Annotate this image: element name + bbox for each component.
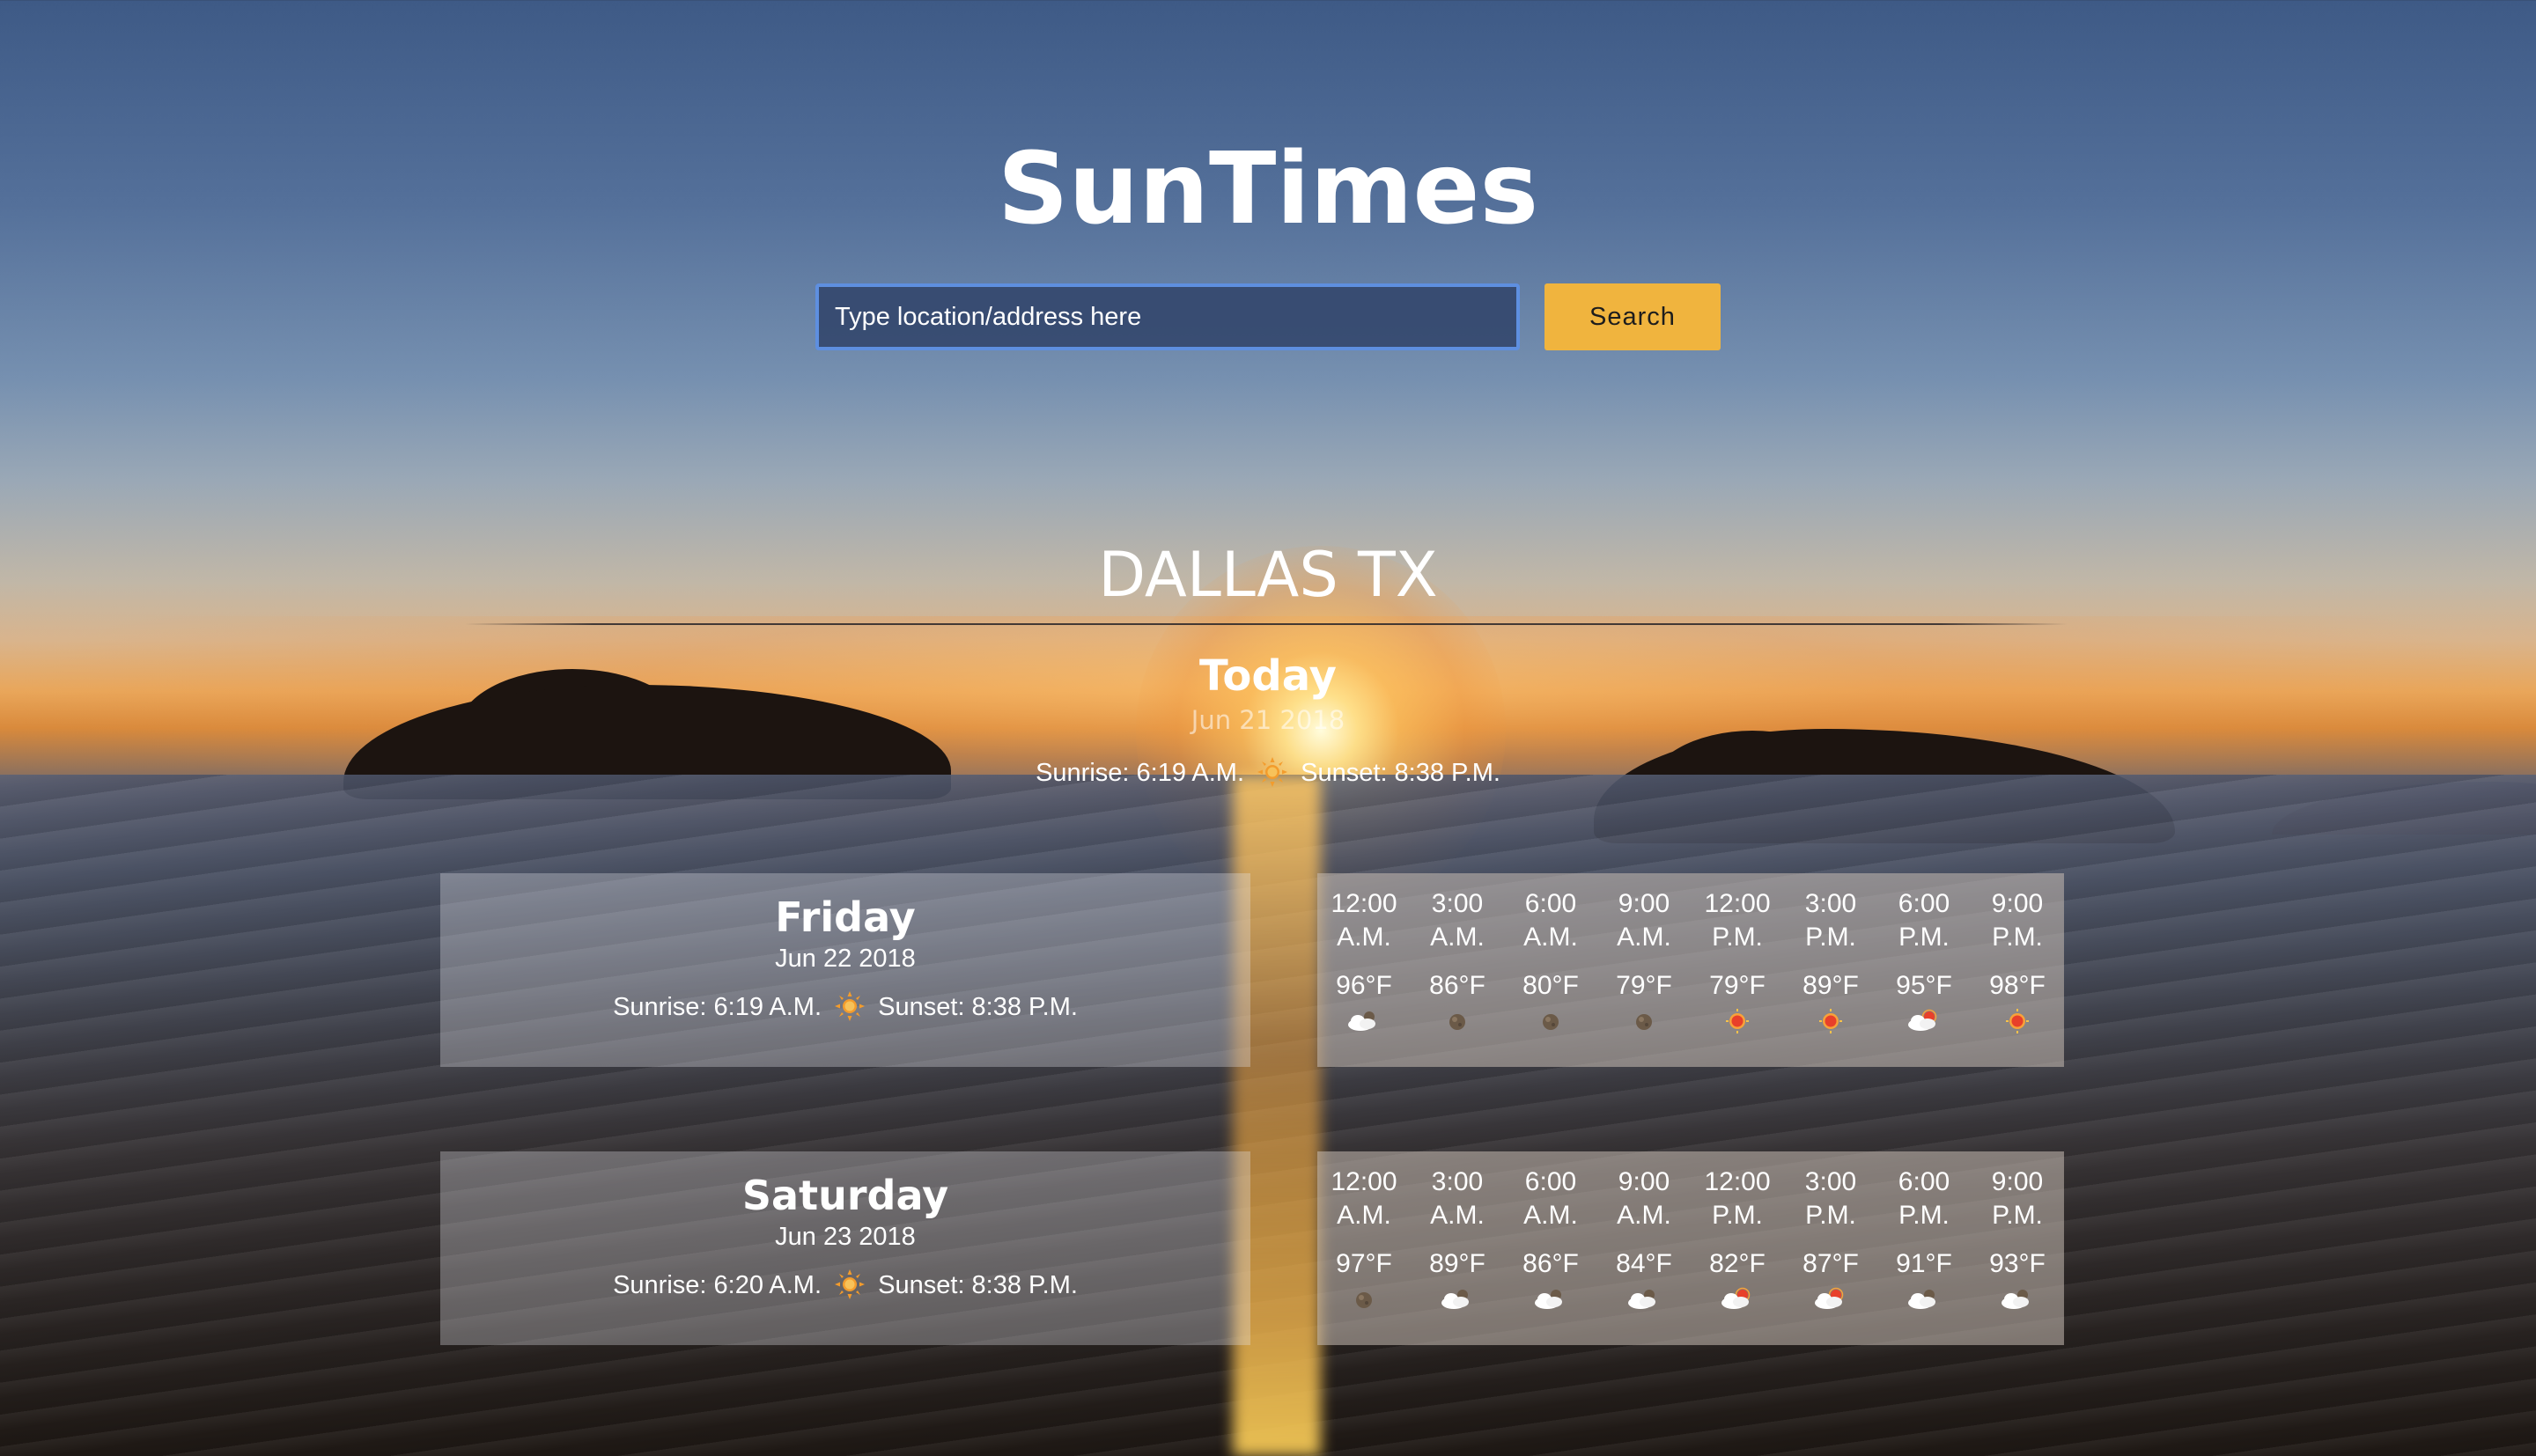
partly-cloudy-day-icon [1716, 1283, 1758, 1315]
hour-column: 9:00 P.M. 98°F [1971, 873, 2064, 1037]
clear-night-icon [1436, 1005, 1478, 1037]
hour-column: 3:00 P.M. 89°F [1784, 873, 1877, 1037]
hour-temperature: 93°F [1989, 1249, 2046, 1278]
partly-cloudy-night-icon [1996, 1283, 2038, 1315]
partly-cloudy-night-icon [1903, 1283, 1945, 1315]
sun-icon [835, 1269, 866, 1299]
hour-column: 6:00 A.M. 86°F [1504, 1151, 1597, 1315]
sunset-text: Sunset: 8:38 P.M. [878, 1271, 1078, 1299]
hour-time: 3:00 P.M. [1804, 1167, 1857, 1230]
sunny-icon [1810, 1005, 1852, 1037]
hour-time: 3:00 A.M. [1430, 889, 1485, 952]
day-card-friday: Friday Jun 22 2018 Sunrise: 6:19 A.M. Su… [440, 873, 1250, 1067]
partly-cloudy-night-icon [1436, 1283, 1478, 1315]
hourly-forecast-saturday: 12:00 A.M. 97°F 3:00 A.M. 89°F 6:00 A.M. 86°F 9:0… [1317, 1151, 2064, 1345]
hour-time: 6:00 P.M. [1898, 1167, 1950, 1230]
hour-column: 9:00 A.M. 84°F [1597, 1151, 1691, 1315]
page-content: SunTimes Search DALLAS TX Today Jun 21 2… [0, 0, 2536, 1456]
today-label: Today [1199, 651, 1337, 701]
hour-time: 9:00 P.M. [1991, 889, 2044, 952]
hour-time: 12:00 A.M. [1331, 889, 1397, 952]
hour-time: 9:00 A.M. [1617, 889, 1671, 952]
hour-temperature: 79°F [1616, 971, 1672, 1000]
hour-time: 3:00 P.M. [1804, 889, 1857, 952]
today-summary: Today Jun 21 2018 Sunrise: 6:19 A.M. Sun… [0, 651, 2536, 792]
hour-time: 6:00 A.M. [1523, 889, 1578, 952]
sun-icon [1257, 757, 1288, 787]
sunny-icon [1716, 1005, 1758, 1037]
hour-column: 6:00 A.M. 80°F [1504, 873, 1597, 1037]
hour-time: 9:00 P.M. [1991, 1167, 2044, 1230]
hour-time: 6:00 P.M. [1898, 889, 1950, 952]
sun-icon [835, 991, 866, 1021]
day-card-saturday: Saturday Jun 23 2018 Sunrise: 6:20 A.M. [440, 1151, 1250, 1345]
hour-temperature: 87°F [1802, 1249, 1859, 1278]
hour-temperature: 89°F [1802, 971, 1859, 1000]
hour-time: 12:00 A.M. [1331, 1167, 1397, 1230]
hour-column: 3:00 A.M. 89°F [1411, 1151, 1504, 1315]
day-name: Saturday [741, 1172, 949, 1219]
hour-temperature: 95°F [1896, 971, 1952, 1000]
day-date: Jun 22 2018 [775, 945, 916, 973]
sunset-text: Sunset: 8:38 P.M. [878, 993, 1078, 1021]
sunrise-text: Sunrise: 6:19 A.M. [613, 993, 822, 1021]
today-sun-times: Sunrise: 6:19 A.M. Sunset: 8:38 P.M. [0, 754, 2536, 792]
day-name: Friday [775, 893, 916, 941]
clear-night-icon [1530, 1005, 1572, 1037]
hour-temperature: 97°F [1336, 1249, 1392, 1278]
hour-temperature: 84°F [1616, 1249, 1672, 1278]
hour-temperature: 79°F [1709, 971, 1766, 1000]
hour-column: 6:00 P.M. 95°F [1877, 873, 1971, 1037]
sunny-icon [1996, 1005, 2038, 1037]
location-title: DALLAS TX [1098, 539, 1438, 611]
sunrise-text: Sunrise: 6:20 A.M. [613, 1271, 822, 1299]
day-sun-times: Sunrise: 6:20 A.M. Sunset: 8:38 P.M. [440, 1266, 1250, 1305]
hour-temperature: 98°F [1989, 971, 2046, 1000]
hour-temperature: 96°F [1336, 971, 1392, 1000]
clear-night-icon [1623, 1005, 1665, 1037]
partly-cloudy-night-icon [1343, 1005, 1385, 1037]
today-date: Jun 21 2018 [1191, 705, 1345, 735]
app-title: SunTimes [997, 132, 1539, 246]
partly-cloudy-night-icon [1623, 1283, 1665, 1315]
hour-column: 3:00 A.M. 86°F [1411, 873, 1504, 1037]
hourly-forecast-friday: 12:00 A.M. 96°F 3:00 A.M. 86°F 6:00 A.M. 80°F 9:0… [1317, 873, 2064, 1067]
hour-time: 6:00 A.M. [1523, 1167, 1578, 1230]
hour-column: 9:00 P.M. 93°F [1971, 1151, 2064, 1315]
hour-column: 9:00 A.M. 79°F [1597, 873, 1691, 1037]
hour-temperature: 86°F [1522, 1249, 1579, 1278]
divider [465, 623, 2068, 625]
hour-column: 3:00 P.M. 87°F [1784, 1151, 1877, 1315]
hour-time: 3:00 A.M. [1430, 1167, 1485, 1230]
search-button[interactable]: Search [1544, 283, 1721, 350]
clear-night-icon [1343, 1283, 1385, 1315]
hour-column: 12:00 P.M. 79°F [1691, 873, 1784, 1037]
partly-cloudy-day-icon [1903, 1005, 1945, 1037]
hour-temperature: 80°F [1522, 971, 1579, 1000]
hour-time: 9:00 A.M. [1617, 1167, 1671, 1230]
hour-temperature: 89°F [1429, 1249, 1485, 1278]
sunrise-text: Sunrise: 6:19 A.M. [1036, 759, 1245, 787]
hour-column: 12:00 A.M. 96°F [1317, 873, 1411, 1037]
hour-column: 12:00 A.M. 97°F [1317, 1151, 1411, 1315]
partly-cloudy-day-icon [1810, 1283, 1852, 1315]
hour-column: 12:00 P.M. 82°F [1691, 1151, 1784, 1315]
day-sun-times: Sunrise: 6:19 A.M. Sunset: 8:38 P.M. [440, 988, 1250, 1026]
sunset-text: Sunset: 8:38 P.M. [1301, 759, 1500, 787]
hour-time: 12:00 P.M. [1704, 1167, 1771, 1230]
hour-column: 6:00 P.M. 91°F [1877, 1151, 1971, 1315]
partly-cloudy-night-icon [1530, 1283, 1572, 1315]
hour-time: 12:00 P.M. [1704, 889, 1771, 952]
day-date: Jun 23 2018 [775, 1223, 916, 1251]
hour-temperature: 91°F [1896, 1249, 1952, 1278]
search-input[interactable] [815, 283, 1520, 350]
hour-temperature: 82°F [1709, 1249, 1766, 1278]
hour-temperature: 86°F [1429, 971, 1485, 1000]
